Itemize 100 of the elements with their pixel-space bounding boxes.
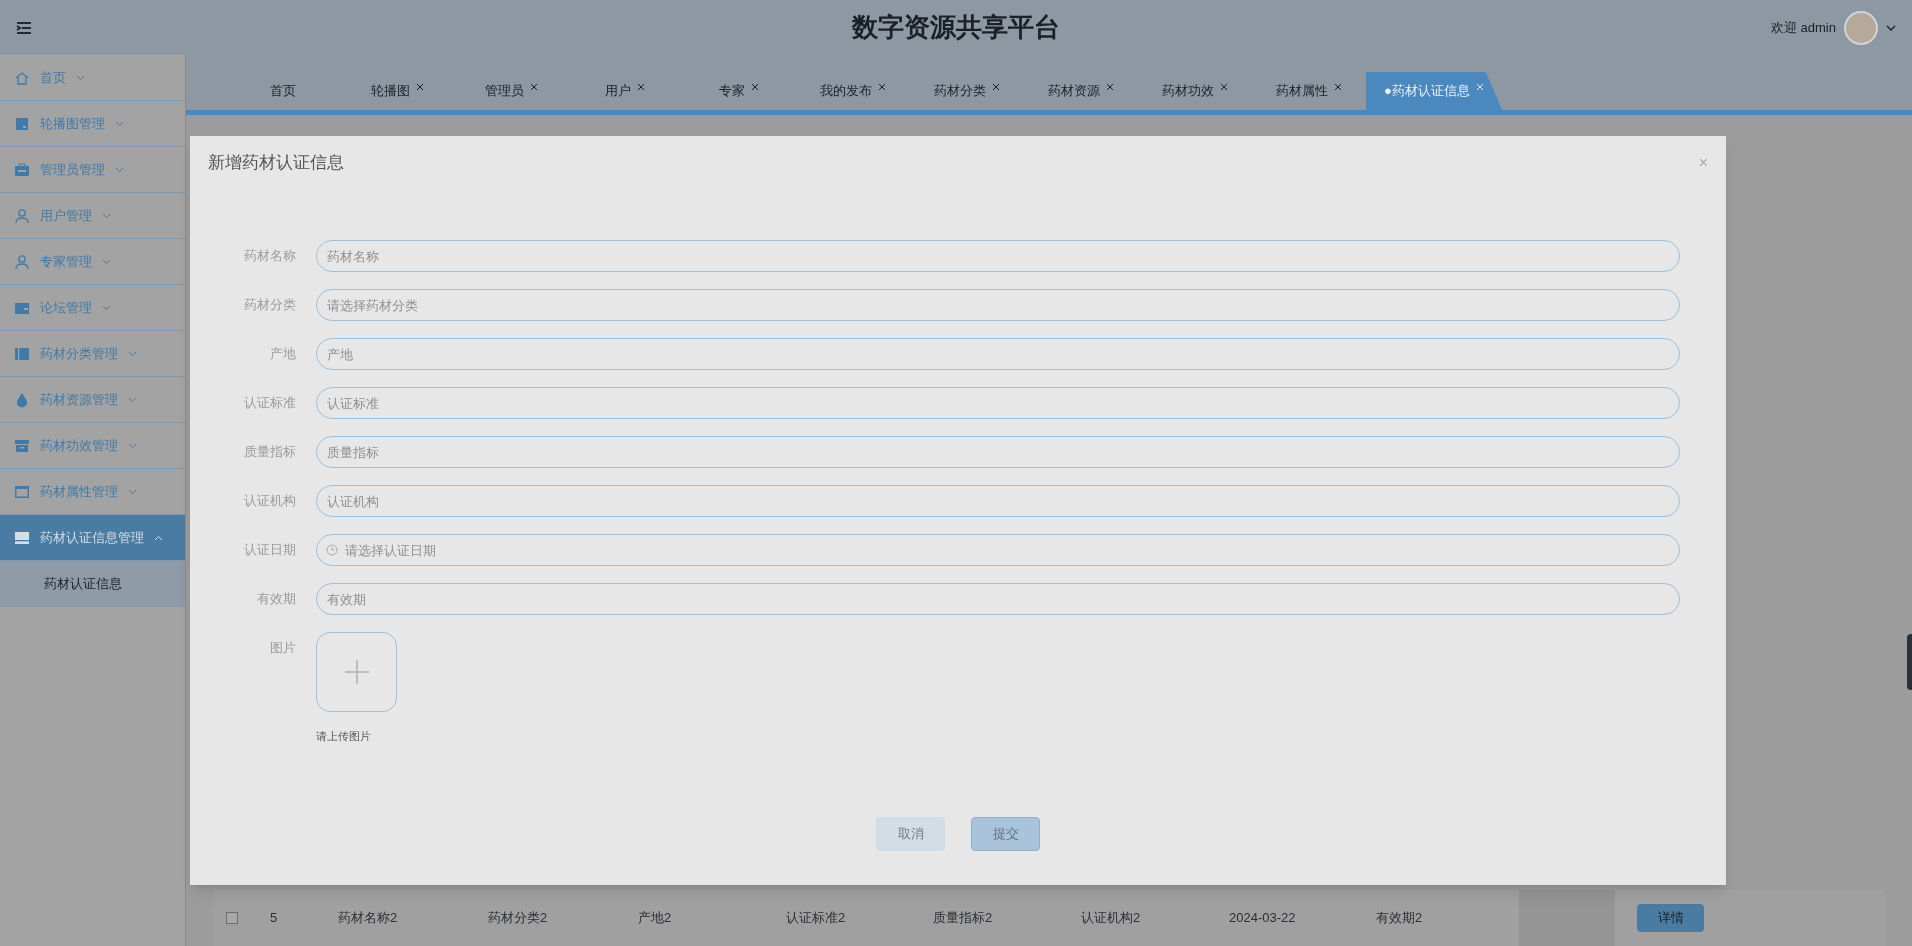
close-button[interactable]: × — [1698, 151, 1708, 175]
tab-label: 药材分类 — [934, 82, 986, 101]
tab-label: 用户 — [605, 82, 631, 101]
input-field[interactable]: 有效期 — [316, 583, 1680, 615]
tab-label: 首页 — [270, 82, 296, 101]
sidebar-label: 轮播图管理 — [40, 114, 105, 133]
tab[interactable]: ●药材认证信息 — [1366, 72, 1502, 110]
window-icon — [14, 529, 30, 546]
upload-hint: 请上传图片 — [316, 729, 372, 744]
close-icon[interactable] — [1220, 83, 1228, 91]
close-icon[interactable] — [415, 83, 424, 91]
close-icon[interactable] — [878, 83, 886, 91]
input-field[interactable]: 产地 — [316, 338, 1680, 370]
chevron-down-icon — [102, 304, 111, 311]
field-label: 质量指标 — [243, 443, 296, 461]
chevron-down-icon — [115, 120, 124, 127]
tab[interactable]: 轮播图 — [340, 72, 454, 110]
field-label: 有效期 — [256, 590, 296, 608]
tab-label: 药材属性 — [1276, 82, 1328, 101]
select-field[interactable]: 请选择药材分类 — [316, 289, 1680, 321]
user-icon — [14, 253, 30, 270]
submit-button[interactable]: 提交 — [971, 816, 1040, 851]
window-icon — [14, 483, 30, 500]
sidebar-label: 药材属性管理 — [40, 482, 118, 501]
drop-icon — [14, 391, 30, 408]
user-icon — [14, 207, 30, 224]
sidebar-label: 用户管理 — [40, 206, 92, 225]
briefcase-icon — [14, 161, 30, 178]
table-cell-text: 认证机构2 — [1081, 909, 1141, 928]
tab[interactable]: 药材资源 — [1024, 72, 1138, 110]
tab-label: 我的发布 — [820, 82, 872, 101]
menu-icon[interactable] — [16, 20, 32, 35]
chevron-down-icon[interactable] — [1886, 24, 1896, 31]
table-cell-text: 质量指标2 — [933, 909, 993, 928]
close-icon[interactable] — [529, 83, 538, 91]
image-icon — [14, 115, 30, 132]
sidebar-item[interactable]: 药材分类管理 — [0, 331, 185, 377]
chevron-up-icon — [154, 534, 163, 541]
table-cell-text: 药材分类2 — [488, 909, 548, 928]
tab-label: 药材资源 — [1048, 82, 1100, 101]
close-icon[interactable] — [1106, 83, 1114, 91]
tab[interactable]: 药材功效 — [1138, 72, 1252, 110]
cancel-button[interactable]: 取消 — [876, 816, 945, 851]
scrollbar-thumb[interactable] — [1907, 634, 1912, 690]
tab-label: 专家 — [719, 82, 745, 101]
tab-label: ●药材认证信息 — [1384, 82, 1470, 101]
sidebar-item[interactable]: 首页 — [0, 55, 185, 101]
tab-label: 轮播图 — [370, 82, 410, 101]
field-label: 图片 — [269, 639, 296, 657]
sidebar-label: 药材分类管理 — [40, 344, 118, 363]
sidebar-subitem[interactable]: 药材认证信息 — [0, 561, 185, 607]
sidebar-label: 药材认证信息管理 — [40, 528, 144, 547]
input-field[interactable]: 认证机构 — [316, 485, 1680, 517]
chevron-down-icon — [128, 488, 137, 495]
sidebar-label: 专家管理 — [40, 252, 92, 271]
table-cell-text: 产地2 — [638, 909, 672, 928]
tab[interactable]: 药材分类 — [910, 72, 1024, 110]
tab[interactable]: 首页 — [226, 72, 340, 110]
close-icon[interactable] — [751, 83, 759, 91]
date-field[interactable]: 请选择认证日期 — [316, 534, 1680, 566]
clock-icon — [326, 544, 338, 556]
input-field[interactable]: 药材名称 — [316, 240, 1680, 272]
welcome-text: 欢迎 admin — [1770, 18, 1836, 37]
sidebar-item[interactable]: 专家管理 — [0, 239, 185, 285]
field-label: 药材名称 — [243, 247, 296, 265]
site-title: 数字资源共享平台 — [852, 11, 1060, 44]
field-label: 认证日期 — [243, 541, 296, 559]
sidebar-item[interactable]: 轮播图管理 — [0, 101, 185, 147]
sidebar-label: 药材资源管理 — [40, 390, 118, 409]
plus-icon — [344, 660, 369, 684]
tab[interactable]: 我的发布 — [796, 72, 910, 110]
close-icon[interactable] — [637, 83, 645, 91]
tab-label: 药材功效 — [1162, 82, 1214, 101]
chevron-down-icon — [115, 166, 124, 173]
sidebar-item[interactable]: 药材资源管理 — [0, 377, 185, 423]
chevron-down-icon — [128, 350, 137, 357]
close-icon[interactable] — [992, 83, 1000, 91]
row-checkbox[interactable] — [226, 912, 238, 924]
chevron-down-icon — [76, 74, 85, 81]
close-icon[interactable] — [1334, 83, 1342, 91]
sidebar-item[interactable]: 用户管理 — [0, 193, 185, 239]
tab-label: 管理员 — [484, 82, 524, 101]
field-label: 认证机构 — [243, 492, 296, 510]
sidebar-label: 药材功效管理 — [40, 436, 118, 455]
sidebar-item[interactable]: 管理员管理 — [0, 147, 185, 193]
sidebar-item[interactable]: 药材功效管理 — [0, 423, 185, 469]
field-label: 药材分类 — [243, 296, 296, 314]
detail-button[interactable]: 详情 — [1637, 904, 1704, 932]
tab[interactable]: 管理员 — [454, 72, 568, 110]
tab[interactable]: 药材属性 — [1252, 72, 1366, 110]
table-cell-text: 有效期2 — [1376, 909, 1423, 928]
sidebar-item[interactable]: 论坛管理 — [0, 285, 185, 331]
tab[interactable]: 用户 — [568, 72, 682, 110]
input-field[interactable]: 质量指标 — [316, 436, 1680, 468]
sidebar-label: 论坛管理 — [40, 298, 92, 317]
table-cell-text: 5 — [270, 909, 278, 928]
input-field[interactable]: 认证标准 — [316, 387, 1680, 419]
tab[interactable]: 专家 — [682, 72, 796, 110]
archive-icon — [14, 437, 30, 454]
sidebar-item[interactable]: 药材认证信息管理 — [0, 515, 185, 561]
